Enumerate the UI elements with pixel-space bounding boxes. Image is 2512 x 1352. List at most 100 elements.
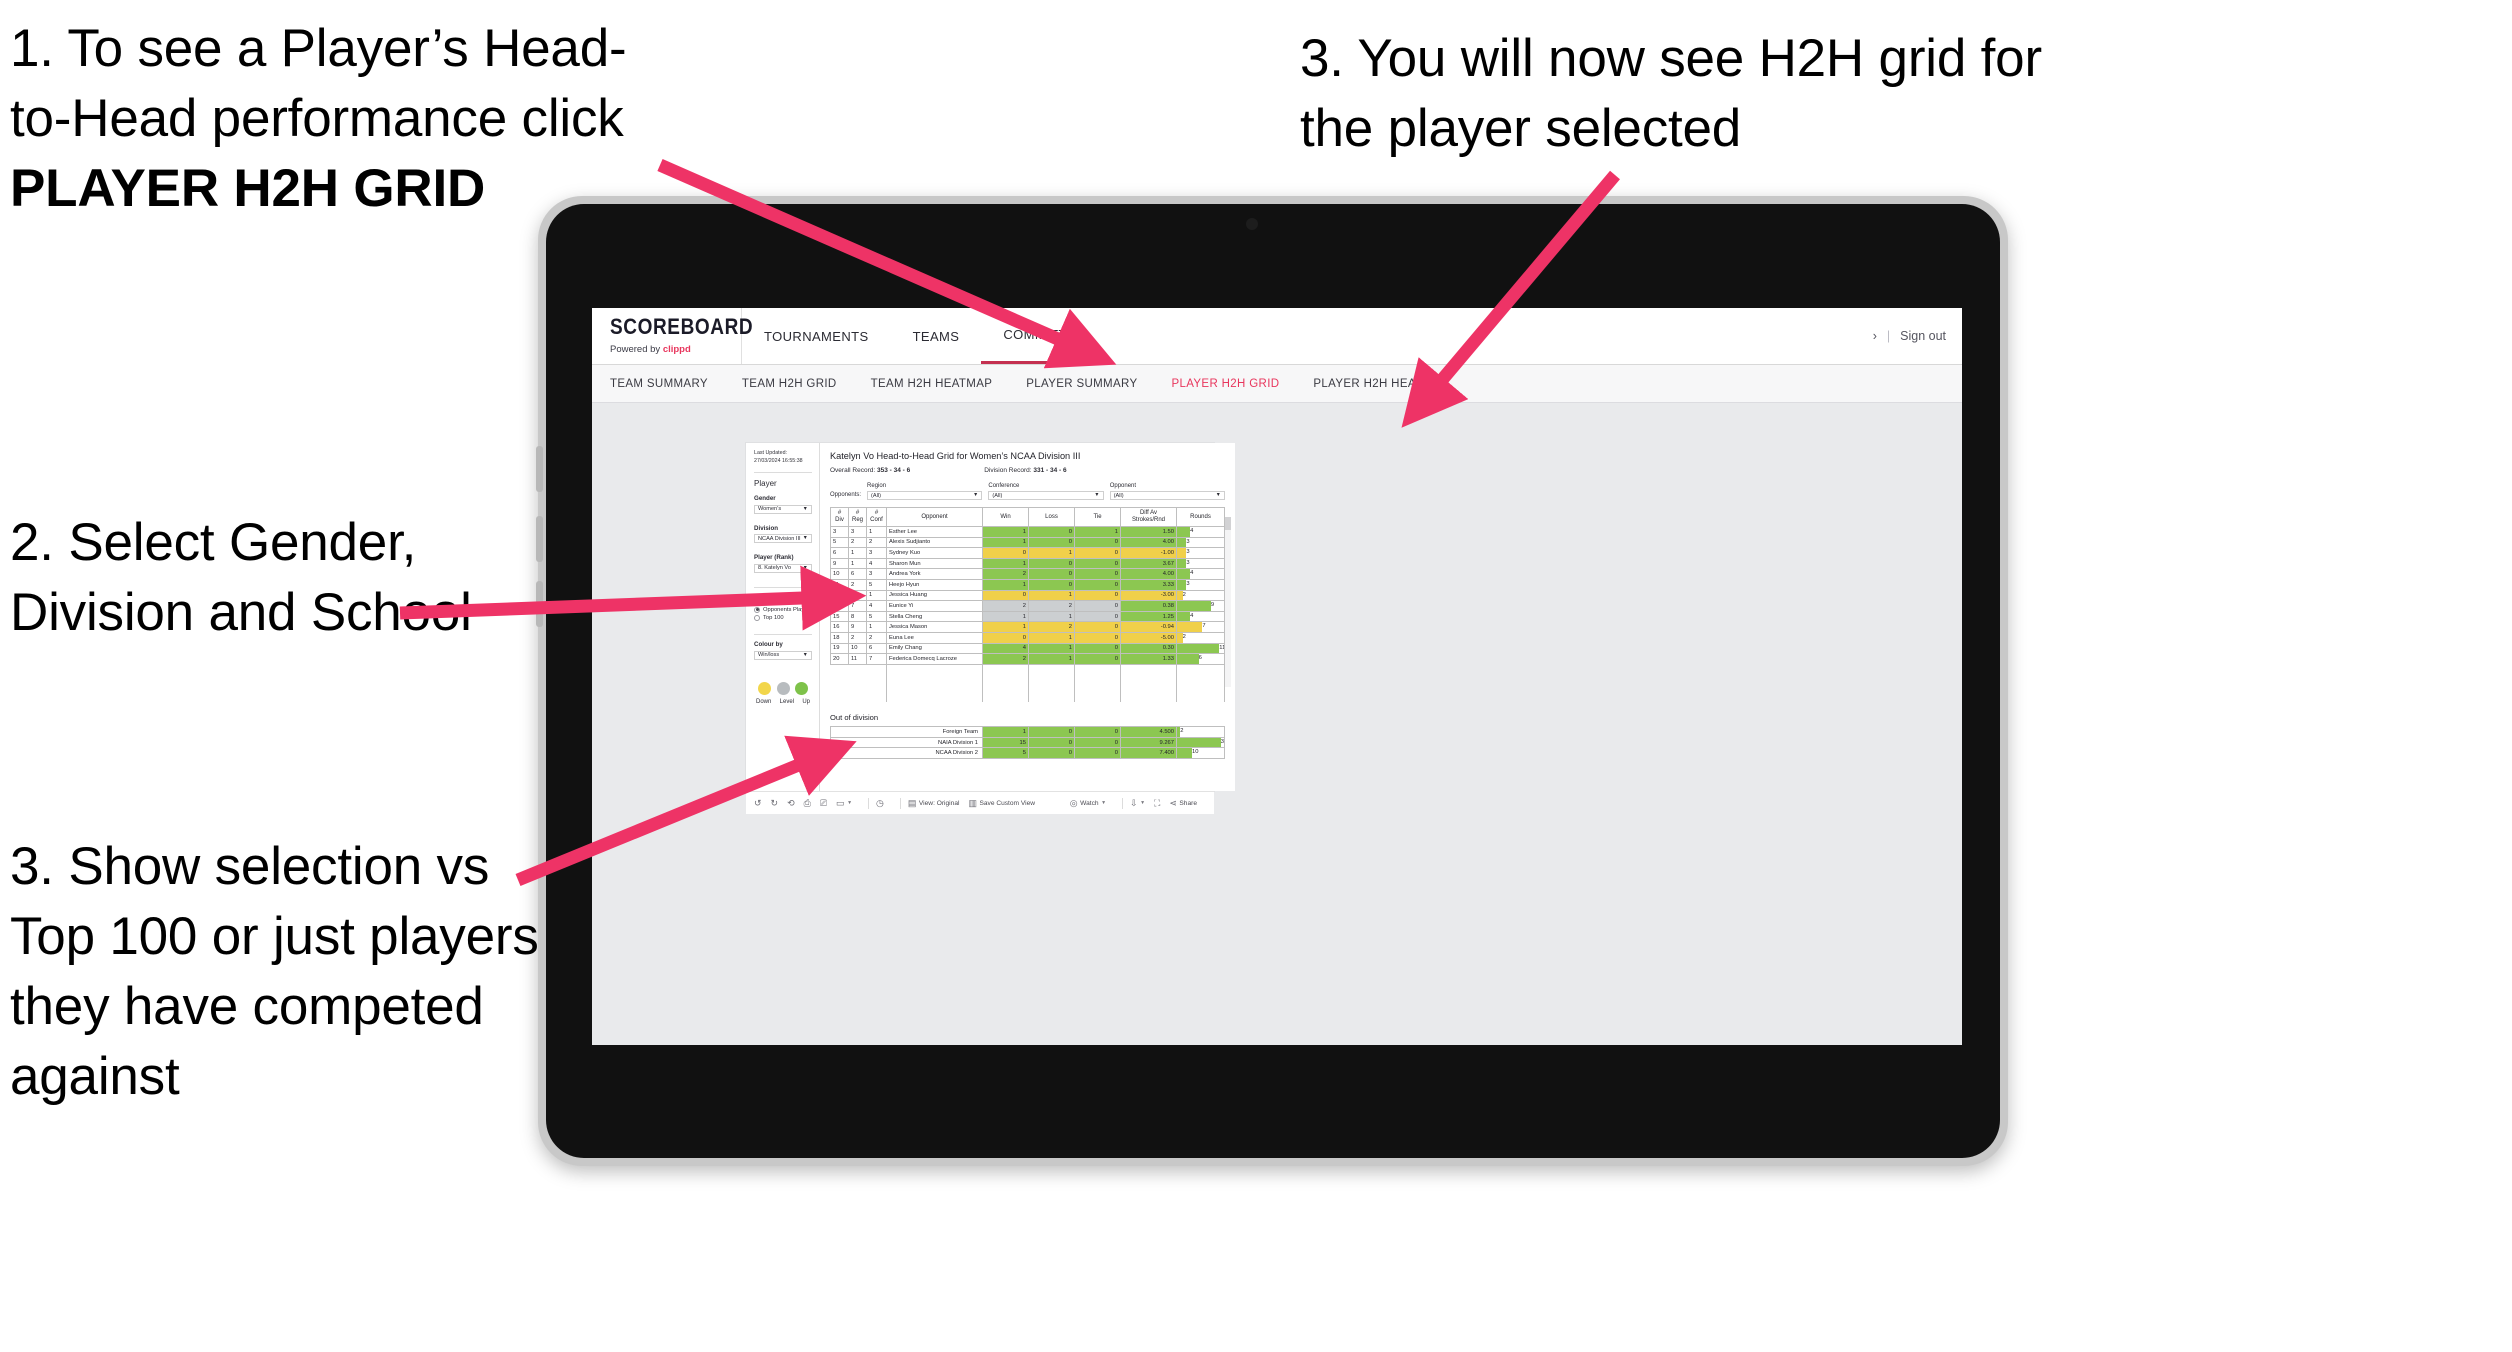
row-diff[interactable]: -5.00 (1120, 631, 1177, 644)
row-opponent[interactable]: Eunice Yi (886, 600, 983, 612)
row-reg[interactable]: 3 (848, 526, 867, 538)
row-diff[interactable]: 0.30 (1120, 642, 1177, 655)
row-diff[interactable]: -3.00 (1120, 589, 1177, 602)
row-conf[interactable]: 2 (866, 631, 887, 644)
row-diff[interactable]: 1.50 (1120, 526, 1177, 538)
view-original-button[interactable]: ▤ View: Original (908, 798, 960, 808)
table-row[interactable]: 19106Emily Chang4100.3011 (830, 642, 1225, 655)
row-conf[interactable]: 7 (866, 653, 887, 665)
row-div[interactable]: 19 (830, 642, 849, 655)
subnav-team-h2h-heatmap[interactable]: TEAM H2H HEATMAP (871, 378, 993, 390)
row-div[interactable]: 6 (830, 547, 849, 559)
row-diff[interactable]: 3.67 (1120, 557, 1177, 570)
col-header-div[interactable]: # Div (830, 507, 849, 527)
row-div[interactable]: 9 (830, 557, 849, 570)
row-tie[interactable]: 1 (1074, 526, 1121, 538)
watch-button[interactable]: ◎ Watch ▼ (1070, 798, 1106, 808)
out-row-win[interactable]: 15 (982, 736, 1029, 749)
subnav-player-h2h-grid[interactable]: PLAYER H2H GRID (1171, 378, 1279, 390)
redo-button[interactable]: ↻ (771, 798, 779, 808)
table-row[interactable]: 5 2 2 Alexis Sudjianto 1 0 0 4.00 3 (830, 536, 1225, 549)
table-row[interactable]: 15 8 5 Stella Cheng 1 1 0 1.25 4 (830, 610, 1225, 623)
row-reg[interactable]: 1 (848, 589, 867, 602)
fullscreen-button[interactable]: ⛶ (1154, 798, 1160, 808)
out-row-label[interactable]: Foreign Team (830, 726, 983, 738)
row-win[interactable]: 0 (982, 589, 1029, 602)
row-loss[interactable]: 2 (1028, 621, 1075, 633)
row-opponent[interactable]: Jessica Huang (886, 589, 983, 602)
col-header-tie[interactable]: Tie (1074, 507, 1121, 527)
row-reg[interactable]: 1 (848, 557, 867, 570)
row-loss[interactable]: 0 (1028, 568, 1075, 580)
row-win[interactable]: 2 (982, 653, 1029, 665)
row-rounds[interactable]: 4 (1176, 568, 1225, 580)
row-reg[interactable]: 2 (848, 631, 867, 644)
row-reg[interactable]: 2 (848, 578, 867, 591)
nav-committee[interactable]: COMMITTEE (981, 308, 1107, 364)
col-header-loss[interactable]: Loss (1028, 507, 1075, 527)
division-dropdown[interactable]: NCAA Division III ▼ (754, 534, 812, 544)
row-tie[interactable]: 0 (1074, 642, 1121, 655)
table-row[interactable]: 16 9 1 Jessica Mason 1 2 0 -0.94 7 (830, 621, 1225, 633)
row-reg[interactable]: 8 (848, 610, 867, 623)
out-row-tie[interactable]: 0 (1074, 726, 1121, 738)
out-row-diff[interactable]: 9.267 (1120, 736, 1177, 749)
out-row-label[interactable]: NCAA Division 2 (830, 747, 983, 759)
row-win[interactable]: 1 (982, 557, 1029, 570)
row-opponent[interactable]: Jessica Mason (886, 621, 983, 633)
row-opponent[interactable]: Andrea York (886, 568, 983, 580)
row-rounds[interactable]: 3 (1176, 536, 1225, 549)
row-rounds[interactable]: 4 (1176, 610, 1225, 623)
out-row-rounds[interactable]: 2 (1176, 726, 1225, 738)
row-loss[interactable]: 0 (1028, 526, 1075, 538)
row-loss[interactable]: 0 (1028, 557, 1075, 570)
row-conf[interactable]: 5 (866, 610, 887, 623)
row-diff[interactable]: 1.33 (1120, 653, 1177, 665)
row-div[interactable]: 5 (830, 536, 849, 549)
nav-tournaments[interactable]: TOURNAMENTS (742, 308, 891, 364)
row-div[interactable]: 15 (830, 610, 849, 623)
download-button[interactable]: ⇩ ▼ (1130, 798, 1145, 808)
table-row[interactable]: 3 3 1 Esther Lee 1 0 1 1.50 4 (830, 526, 1225, 538)
dashboard-dropdown[interactable]: ▭ ▼ (836, 798, 852, 808)
row-loss[interactable]: 0 (1028, 578, 1075, 591)
row-diff[interactable]: 0.38 (1120, 600, 1177, 612)
row-win[interactable]: 1 (982, 536, 1029, 549)
row-conf[interactable]: 2 (866, 536, 887, 549)
row-diff[interactable]: 1.25 (1120, 610, 1177, 623)
row-rounds[interactable]: 2 (1176, 589, 1225, 602)
row-loss[interactable]: 0 (1028, 536, 1075, 549)
row-conf[interactable]: 3 (866, 568, 887, 580)
out-row-loss[interactable]: 0 (1028, 736, 1075, 749)
row-tie[interactable]: 0 (1074, 568, 1121, 580)
table-row[interactable]: 9 1 4 Sharon Mun 1 0 0 3.67 3 (830, 557, 1225, 570)
col-header-reg[interactable]: # Reg (848, 507, 867, 527)
row-loss[interactable]: 1 (1028, 642, 1075, 655)
out-row-rounds[interactable]: 10 (1176, 747, 1225, 759)
radio-opponents-played[interactable]: Opponents Played (754, 606, 812, 613)
out-row-tie[interactable]: 0 (1074, 736, 1121, 749)
row-tie[interactable]: 0 (1074, 557, 1121, 570)
row-win[interactable]: 1 (982, 610, 1029, 623)
row-win[interactable]: 1 (982, 526, 1029, 538)
row-div[interactable]: 20 (830, 653, 849, 665)
row-conf[interactable]: 4 (866, 600, 887, 612)
row-tie[interactable]: 0 (1074, 589, 1121, 602)
table-row[interactable]: 20 11 7 Federica Domecq Lacroze 2 1 0 1.33 6 (830, 653, 1225, 665)
radio-top-100[interactable]: Top 100 (754, 615, 812, 622)
row-tie[interactable]: 0 (1074, 578, 1121, 591)
row-conf[interactable]: 5 (866, 578, 887, 591)
col-header-conf[interactable]: # Conf (866, 507, 887, 527)
row-div[interactable]: 11 (830, 578, 849, 591)
colour-by-dropdown[interactable]: Win/loss ▼ (754, 650, 812, 660)
row-reg[interactable]: 10 (848, 642, 867, 655)
row-div[interactable]: 18 (830, 631, 849, 644)
row-reg[interactable]: 9 (848, 621, 867, 633)
share-button[interactable]: ⋖ Share (1169, 798, 1197, 808)
out-row-win[interactable]: 5 (982, 747, 1029, 759)
row-opponent[interactable]: Sydney Kuo (886, 547, 983, 559)
row-loss[interactable]: 2 (1028, 600, 1075, 612)
out-of-division-row[interactable]: Foreign Team 1 0 0 4.500 2 (830, 726, 1225, 738)
table-row[interactable]: 6 1 3 Sydney Kuo 0 1 0 -1.00 3 (830, 547, 1225, 559)
revert-button[interactable]: ⟲ (787, 798, 795, 808)
